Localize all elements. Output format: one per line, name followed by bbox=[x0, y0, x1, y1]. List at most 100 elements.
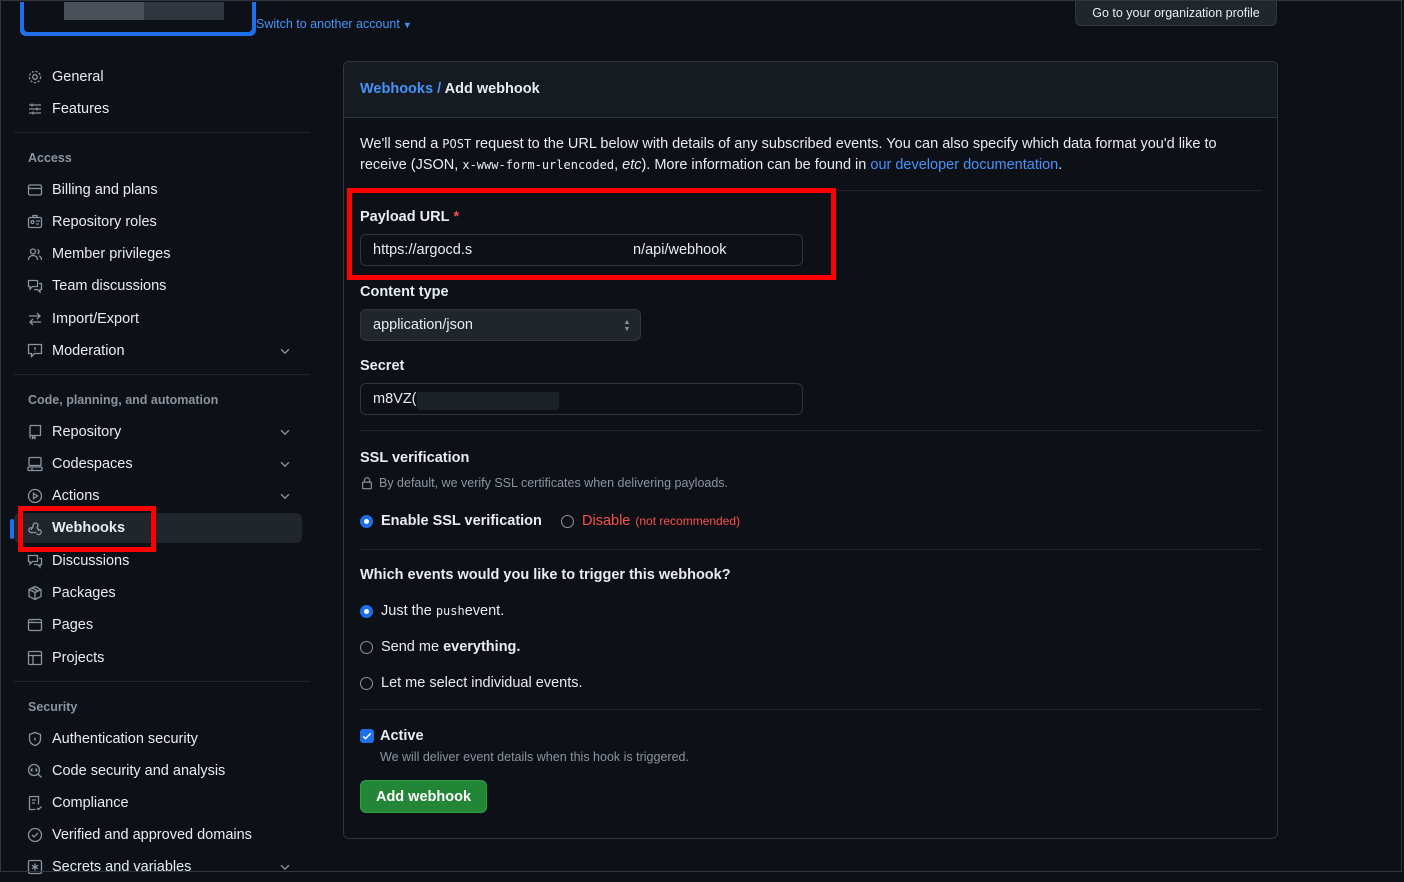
sidebar-item-label: Repository bbox=[52, 424, 122, 440]
content-type-select[interactable]: application/json ▲ ▼ bbox=[360, 309, 641, 341]
package-icon bbox=[26, 584, 44, 602]
sidebar-item-authentication-security[interactable]: Authentication security bbox=[14, 724, 302, 754]
sidebar-item-code-security[interactable]: Code security and analysis bbox=[14, 756, 302, 786]
sidebar-item-label: Repository roles bbox=[52, 214, 157, 230]
secret-value: m8VZ( bbox=[373, 391, 417, 407]
sidebar-item-label: Discussions bbox=[52, 553, 130, 569]
sidebar-section-security: Security bbox=[28, 700, 78, 714]
sidebar-item-general[interactable]: General bbox=[14, 62, 302, 92]
sidebar-item-moderation[interactable]: Moderation bbox=[14, 336, 302, 366]
ssl-enable-label: Enable SSL verification bbox=[381, 513, 542, 529]
sidebar-item-label: Codespaces bbox=[52, 456, 133, 472]
sidebar-item-features[interactable]: Features bbox=[14, 94, 302, 124]
sidebar-item-label: Compliance bbox=[52, 795, 129, 811]
intro-text-etc: etc bbox=[622, 157, 642, 173]
add-webhook-panel: Webhooks / Add webhook We'll send a POST… bbox=[343, 61, 1278, 839]
sidebar-item-label: Actions bbox=[52, 488, 100, 504]
chevron-down-icon[interactable] bbox=[278, 860, 292, 874]
add-webhook-button[interactable]: Add webhook bbox=[360, 780, 487, 813]
active-description: We will deliver event details when this … bbox=[380, 750, 689, 764]
payload-url-input[interactable]: https://argocd.s n/api/webhook bbox=[360, 234, 803, 266]
sidebar-section-code-planning: Code, planning, and automation bbox=[28, 393, 219, 407]
breadcrumb-webhooks-link[interactable]: Webhooks bbox=[360, 81, 433, 97]
sidebar-item-label: Moderation bbox=[52, 343, 125, 359]
switch-account-link[interactable]: Switch to another account ▼ bbox=[256, 17, 412, 31]
redacted-secret bbox=[417, 392, 559, 410]
ssl-disable-label: Disable bbox=[582, 513, 631, 529]
sidebar-item-projects[interactable]: Projects bbox=[14, 643, 302, 673]
content-type-value: application/json bbox=[373, 317, 473, 333]
sidebar-item-compliance[interactable]: Compliance bbox=[14, 788, 302, 818]
radio-unchecked-icon bbox=[360, 640, 373, 654]
ssl-enable-radio[interactable]: Enable SSL verification bbox=[360, 513, 542, 529]
comment-discussion-icon bbox=[26, 552, 44, 570]
event-push-radio[interactable]: Just the push event. bbox=[360, 603, 504, 619]
sidebar-item-verified-domains[interactable]: Verified and approved domains bbox=[14, 820, 302, 850]
lock-icon bbox=[362, 477, 372, 490]
developer-docs-link[interactable]: our developer documentation bbox=[870, 157, 1058, 173]
id-badge-icon bbox=[26, 213, 44, 231]
event-push-label-end: event. bbox=[464, 603, 505, 619]
section-divider bbox=[360, 549, 1262, 550]
section-divider bbox=[360, 430, 1262, 431]
chevron-down-icon[interactable] bbox=[278, 344, 292, 358]
ssl-disable-radio[interactable]: Disable (not recommended) bbox=[561, 513, 740, 529]
event-individual-radio[interactable]: Let me select individual events. bbox=[360, 675, 583, 691]
chevron-down-icon[interactable] bbox=[278, 457, 292, 471]
active-checkbox[interactable] bbox=[360, 729, 374, 743]
event-individual-label: Let me select individual events. bbox=[381, 675, 583, 691]
event-everything-label: Send me bbox=[381, 639, 440, 655]
breadcrumb-separator: / bbox=[437, 81, 442, 97]
sidebar-item-pages[interactable]: Pages bbox=[14, 610, 302, 640]
sidebar-item-label: Secrets and variables bbox=[52, 859, 192, 875]
sidebar-item-member-privileges[interactable]: Member privileges bbox=[14, 239, 302, 269]
intro-text-part: ). More information can be found in bbox=[641, 157, 871, 173]
ssl-description: By default, we verify SSL certificates w… bbox=[360, 476, 728, 490]
panel-header: Webhooks / Add webhook bbox=[344, 62, 1277, 118]
browser-icon bbox=[26, 616, 44, 634]
sidebar-item-repository[interactable]: Repository bbox=[14, 417, 302, 447]
secret-input[interactable]: m8VZ( bbox=[360, 383, 803, 415]
sidebar-item-label: General bbox=[52, 69, 104, 85]
payload-url-value-start: https://argocd.s bbox=[373, 242, 473, 258]
sidebar-divider bbox=[14, 681, 310, 682]
sidebar-item-billing[interactable]: Billing and plans bbox=[14, 175, 302, 205]
org-profile-button[interactable]: Go to your organization profile bbox=[1075, 0, 1277, 26]
sidebar-item-repository-roles[interactable]: Repository roles bbox=[14, 207, 302, 237]
radio-checked-icon bbox=[360, 604, 373, 618]
check-icon bbox=[362, 732, 372, 740]
sidebar-item-label: Webhooks bbox=[52, 520, 126, 536]
ssl-description-text: By default, we verify SSL certificates w… bbox=[379, 476, 729, 490]
sidebar-item-actions[interactable]: Actions bbox=[14, 481, 302, 511]
sidebar-divider bbox=[14, 132, 310, 133]
chevron-down-icon[interactable] bbox=[278, 489, 292, 503]
sidebar-section-access: Access bbox=[28, 151, 72, 165]
sidebar-item-label: Billing and plans bbox=[52, 182, 158, 198]
select-arrows-icon: ▲ ▼ bbox=[623, 319, 631, 333]
sidebar-divider bbox=[14, 374, 310, 375]
event-everything-bold: everything. bbox=[443, 639, 521, 655]
active-indicator bbox=[10, 519, 14, 539]
active-label: Active bbox=[380, 728, 424, 744]
verified-icon bbox=[26, 826, 44, 844]
event-everything-radio[interactable]: Send me everything. bbox=[360, 639, 520, 655]
payload-url-label-text: Payload URL bbox=[360, 209, 450, 225]
sidebar-item-webhooks[interactable]: Webhooks bbox=[10, 513, 302, 543]
people-icon bbox=[26, 245, 44, 263]
sidebar-item-label: Pages bbox=[52, 617, 94, 633]
repo-icon bbox=[26, 423, 44, 441]
sidebar-item-team-discussions[interactable]: Team discussions bbox=[14, 271, 302, 301]
events-title: Which events would you like to trigger t… bbox=[360, 567, 731, 583]
credit-card-icon bbox=[26, 181, 44, 199]
sidebar-item-packages[interactable]: Packages bbox=[14, 578, 302, 608]
sidebar-item-import-export[interactable]: Import/Export bbox=[14, 304, 302, 334]
checklist-icon bbox=[26, 794, 44, 812]
sidebar-item-secrets-variables[interactable]: Secrets and variables bbox=[14, 852, 302, 882]
sidebar-item-discussions[interactable]: Discussions bbox=[14, 546, 302, 576]
secret-label: Secret bbox=[360, 358, 405, 374]
key-asterisk-icon bbox=[26, 858, 44, 876]
payload-url-value-end: n/api/webhook bbox=[633, 242, 727, 258]
section-divider bbox=[360, 709, 1262, 710]
sidebar-item-codespaces[interactable]: Codespaces bbox=[14, 449, 302, 479]
chevron-down-icon[interactable] bbox=[278, 425, 292, 439]
